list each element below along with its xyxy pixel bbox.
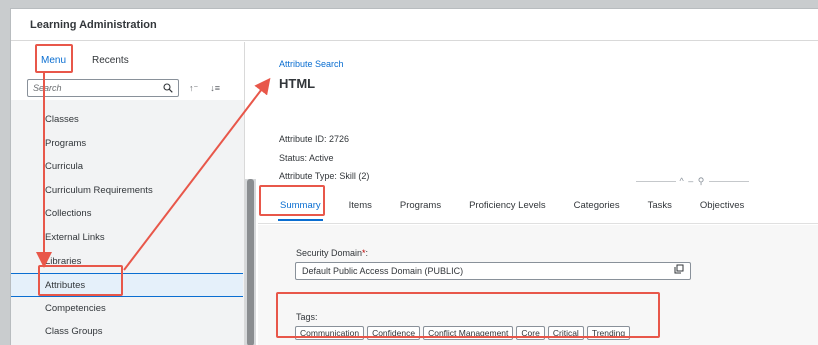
sidebar-item-external-links[interactable]: External Links xyxy=(11,226,243,250)
sort-descending-icon[interactable]: ↓≡ xyxy=(210,83,220,94)
scrollbar-thumb[interactable] xyxy=(247,179,254,345)
tab-objectives[interactable]: Objectives xyxy=(698,200,746,211)
security-domain-label: Security Domain*: xyxy=(296,248,369,258)
collapse-header-icon[interactable]: ^ xyxy=(680,176,685,186)
menu-list: Classes Programs Curricula Curriculum Re… xyxy=(11,108,243,344)
sidebar-tabs: Menu Recents xyxy=(11,42,244,76)
tag-item[interactable]: Communication xyxy=(295,326,365,340)
sort-ascending-icon[interactable]: ↑⁻ xyxy=(189,83,198,94)
tab-proficiency-levels[interactable]: Proficiency Levels xyxy=(467,200,548,211)
shell-header: Learning Administration xyxy=(11,9,818,41)
app-title: Learning Administration xyxy=(30,18,157,31)
security-domain-value: Default Public Access Domain (PUBLIC) xyxy=(302,266,464,276)
sidebar-item-libraries[interactable]: Libraries xyxy=(11,250,243,274)
sidebar-scrollbar[interactable] xyxy=(245,179,256,345)
header-collapse-controls: ^ – ⚲ xyxy=(636,176,749,187)
sidebar-item-programs[interactable]: Programs xyxy=(11,132,243,156)
object-page-tabs: Summary Items Programs Proficiency Level… xyxy=(258,188,818,224)
tag-item[interactable]: Confidence xyxy=(367,326,421,340)
search-icon[interactable] xyxy=(163,83,173,93)
sidebar-item-attributes[interactable]: Attributes xyxy=(11,273,243,297)
pin-header-icon[interactable]: ⚲ xyxy=(698,176,706,186)
sidebar-item-competencies[interactable]: Competencies xyxy=(11,297,243,321)
app-window: Learning Administration Menu Recents ↑⁻ … xyxy=(10,8,818,345)
tag-item[interactable]: Core xyxy=(516,326,545,340)
search-input[interactable] xyxy=(33,83,163,93)
sidebar-item-curriculum-requirements[interactable]: Curriculum Requirements xyxy=(11,179,243,203)
tags-label: Tags: xyxy=(296,312,318,322)
tab-categories[interactable]: Categories xyxy=(572,200,622,211)
main-content: Attribute Search HTML Attribute ID: 2726… xyxy=(258,42,818,345)
attribute-status: Status: Active xyxy=(279,152,334,163)
tag-item[interactable]: Conflict Management xyxy=(423,326,514,340)
page-title: HTML xyxy=(279,76,316,91)
attribute-type: Attribute Type: Skill (2) xyxy=(279,171,370,181)
search-box xyxy=(27,79,179,97)
sidebar-item-classes[interactable]: Classes xyxy=(11,108,243,132)
security-domain-field[interactable]: Default Public Access Domain (PUBLIC) xyxy=(295,262,691,280)
attribute-id: Attribute ID: 2726 xyxy=(279,134,350,144)
tab-menu[interactable]: Menu xyxy=(35,55,72,76)
sidebar: Menu Recents ↑⁻ ↓≡ Classes Programs Curr… xyxy=(11,42,245,345)
tab-tasks[interactable]: Tasks xyxy=(646,200,674,211)
sidebar-item-collections[interactable]: Collections xyxy=(11,202,243,226)
tag-item[interactable]: Trending xyxy=(586,326,631,340)
sidebar-item-curricula[interactable]: Curricula xyxy=(11,155,243,179)
tab-recents[interactable]: Recents xyxy=(86,55,135,76)
tag-item[interactable]: Critical xyxy=(547,326,584,340)
search-row: ↑⁻ ↓≡ xyxy=(11,76,244,100)
tab-programs[interactable]: Programs xyxy=(398,200,443,211)
tab-items[interactable]: Items xyxy=(347,200,374,211)
value-help-icon[interactable] xyxy=(674,264,684,277)
sort-controls: ↑⁻ ↓≡ xyxy=(189,83,220,94)
sidebar-item-class-groups[interactable]: Class Groups xyxy=(11,320,243,344)
tags-list: Communication Confidence Conflict Manage… xyxy=(295,326,631,340)
attribute-info: Attribute ID: 2726 Status: Active Attrib… xyxy=(279,130,369,186)
summary-section: Security Domain*: Default Public Access … xyxy=(258,225,818,345)
breadcrumb[interactable]: Attribute Search xyxy=(279,59,344,69)
tab-summary[interactable]: Summary xyxy=(278,200,323,221)
